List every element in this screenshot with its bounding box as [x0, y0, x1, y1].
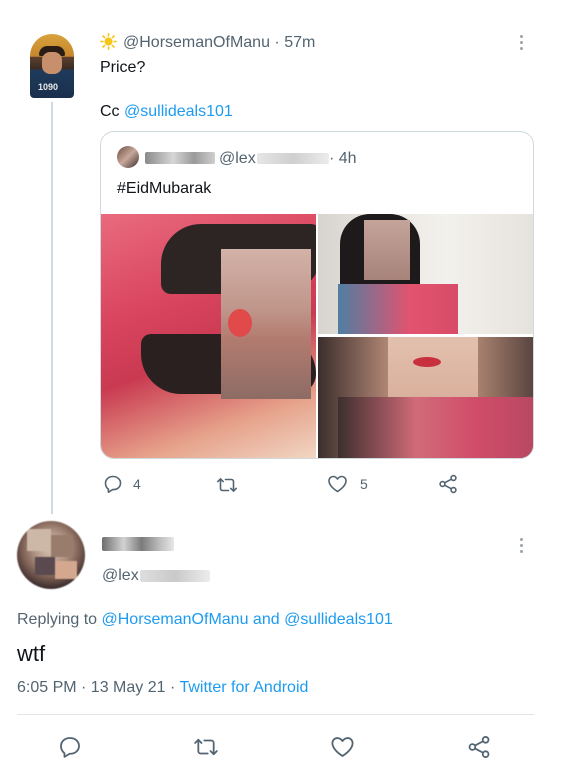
retweet-icon [193, 738, 219, 763]
mention-link[interactable]: @sullideals101 [124, 103, 233, 120]
blurred-handle [140, 570, 210, 582]
more-options-icon[interactable] [520, 35, 524, 51]
photo-2[interactable] [318, 214, 533, 334]
like-count: 5 [360, 476, 368, 492]
tweet-time[interactable]: 57m [284, 34, 315, 51]
share-icon [467, 736, 491, 763]
quoted-avatar[interactable] [117, 146, 139, 168]
share-action[interactable] [438, 474, 458, 494]
heart-icon [327, 474, 348, 494]
author-handle[interactable]: @HorsemanOfManu [123, 34, 270, 51]
like-button[interactable] [330, 735, 355, 764]
retweet-action[interactable] [216, 475, 238, 495]
blurred-handle [257, 153, 329, 164]
photo-3[interactable] [318, 337, 533, 458]
quoted-text[interactable]: #EidMubarak [117, 180, 211, 198]
main-tweet-text: wtf [17, 641, 46, 666]
reply-action[interactable]: 4 [103, 474, 141, 494]
sun-emoji-icon [100, 33, 118, 56]
photo-1[interactable] [101, 214, 316, 458]
pixelated-face [364, 220, 410, 280]
like-action[interactable]: 5 [327, 474, 368, 494]
replying-to-line: Replying to @HorsemanOfManu and @sullide… [17, 611, 393, 629]
blurred-display-name [102, 537, 174, 551]
thread-connector-line [51, 102, 53, 514]
quoted-time-wrap: · 4h [329, 150, 357, 168]
quoted-handle[interactable]: @lex [219, 150, 256, 167]
blurred-display-name [145, 152, 215, 164]
divider [17, 714, 534, 715]
tweet-header: @HorsemanOfManu · 57m [100, 33, 315, 56]
tweet-timestamp[interactable]: 6:05 PM · 13 May 21 · [17, 679, 175, 696]
tweet-meta: 6:05 PM · 13 May 21 · Twitter for Androi… [17, 679, 308, 697]
separator-dot: · [274, 34, 280, 51]
avatar[interactable]: 1090 [30, 34, 74, 98]
reply-mention-2[interactable]: @sullideals101 [284, 611, 393, 628]
reply-icon [103, 474, 123, 494]
tweet-client[interactable]: Twitter for Android [179, 679, 308, 696]
separator-dot: · [329, 150, 335, 167]
more-options-icon[interactable] [520, 538, 524, 554]
cc-prefix: Cc [100, 103, 120, 120]
tweet-text-line2: Cc @sullideals101 [100, 103, 233, 121]
reply-mention-1[interactable]: @HorsemanOfManu [102, 611, 249, 628]
reply-icon [58, 737, 82, 763]
main-handle[interactable]: @lex [102, 567, 139, 585]
heart-icon [330, 737, 355, 763]
retweet-button[interactable] [193, 735, 219, 764]
reply-count: 4 [133, 476, 141, 492]
quoted-header: @lex [219, 150, 256, 168]
share-button[interactable] [467, 735, 491, 764]
avatar[interactable] [17, 521, 85, 589]
avatar-shirt-text: 1090 [38, 82, 59, 92]
reply-and: and [252, 611, 280, 628]
quoted-tweet-card[interactable]: @lex · 4h #EidMubarak [100, 131, 534, 459]
reply-button[interactable] [58, 735, 82, 764]
share-icon [438, 474, 458, 494]
retweet-icon [216, 475, 238, 495]
quoted-time[interactable]: 4h [339, 150, 357, 167]
tweet-text-line1: Price? [100, 59, 146, 76]
replying-prefix: Replying to [17, 611, 98, 628]
